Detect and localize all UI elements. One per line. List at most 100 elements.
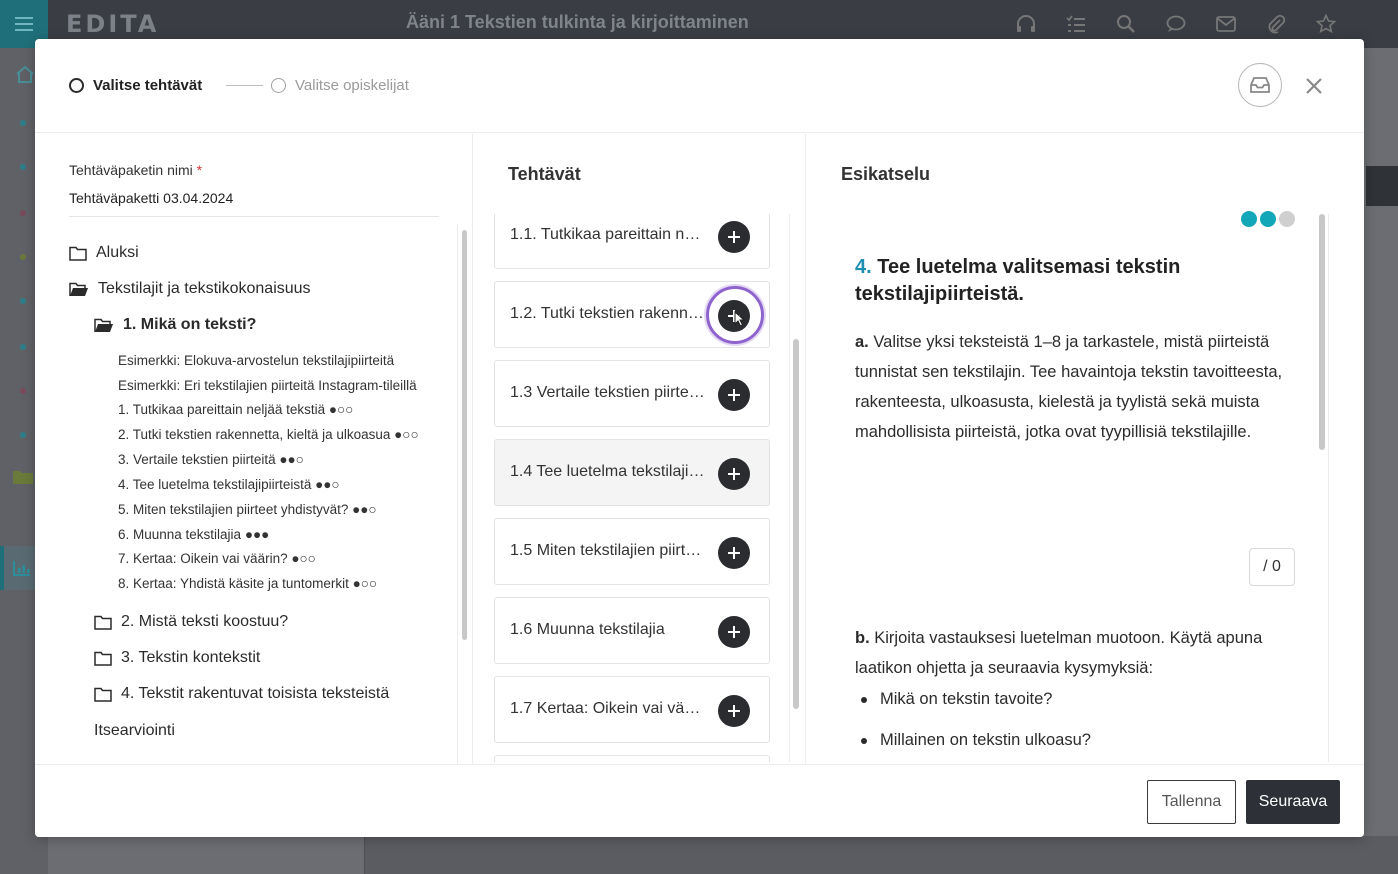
chat-icon[interactable] [1164,12,1188,36]
task-card[interactable]: 1.3 Vertaile tekstien piirteitä [494,360,770,427]
tree-leaf[interactable]: 5. Miten tekstilajien piirteet yhdistyvä… [118,502,423,517]
difficulty-dot-on [1241,211,1257,227]
home-icon[interactable] [15,65,35,83]
headphones-icon[interactable] [1014,12,1038,36]
bullet-item: Mikä on tekstin tavoite? [855,686,1295,712]
close-icon [1306,78,1322,94]
tree-node-chapter-1[interactable]: 1. Mikä on teksti? [94,316,256,334]
task-card[interactable]: 1.1. Tutkikaa pareittain neljää tekstiä [494,214,770,269]
tasks-scroll-track [789,214,790,762]
add-task-button[interactable] [718,458,750,490]
folder-open-icon [94,318,113,332]
difficulty-indicator [1241,211,1295,227]
tree-leaf[interactable]: 2. Tutki tekstien rakennetta, kieltä ja … [118,427,423,442]
task-label: 1.3 Vertaile tekstien piirteitä [510,384,705,401]
task-card[interactable]: 1.7 Kertaa: Oikein vai väärin? [494,676,770,743]
tree-node-self-eval[interactable]: Itsearviointi [94,722,175,740]
task-label: 1.2. Tutki tekstien rakennetta, kieltä j… [510,305,705,322]
tree-leaf[interactable]: Esimerkki: Eri tekstilajien piirteitä In… [118,378,423,393]
modal-header: Valitse tehtävät Valitse opiskelijat [35,39,1364,133]
package-name-label: Tehtäväpaketin nimi * [69,162,203,178]
step-select-students[interactable]: Valitse opiskelijat [271,77,409,94]
save-button[interactable]: Tallenna [1147,780,1236,824]
sidebar-dot [20,432,26,438]
sidebar-dot [20,210,26,216]
preview-content: 4. Tee luetelma valitsemasi tekstin teks… [807,210,1327,764]
add-task-button[interactable] [718,221,750,253]
sidebar-dot [20,344,26,350]
content-tree-panel: Tehtäväpaketin nimi * Tehtäväpaketti 03.… [35,134,473,764]
tree-node-aluksi[interactable]: Aluksi [69,244,139,262]
inbox-icon [1250,77,1270,93]
tree-node-tekstilajit[interactable]: Tekstilajit ja tekstikokonaisuus [69,280,311,298]
task-package-modal: Valitse tehtävät Valitse opiskelijat Teh… [35,39,1364,837]
task-card[interactable]: 1.5 Miten tekstilajien piirteet yhdistyv… [494,518,770,585]
task-card-selected[interactable]: 1.4 Tee luetelma tekstilajipiirteistä [494,439,770,506]
task-card[interactable]: 1.2. Tutki tekstien rakennetta, kieltä j… [494,281,770,348]
cursor-icon [734,311,746,327]
tree-leaf[interactable]: Esimerkki: Elokuva-arvostelun tekstilaji… [118,353,423,368]
header-toolbar [1014,12,1338,36]
tree-leaf[interactable]: 4. Tee luetelma tekstilajipiirteistä ●●○ [118,477,423,492]
question-part-b: b. Kirjoita vastauksesi luetelman muotoo… [855,623,1301,683]
next-button[interactable]: Seuraava [1246,780,1340,824]
tree-node-chapter-4[interactable]: 4. Tekstit rakentuvat toisista teksteist… [94,685,389,703]
score-field[interactable]: / 0 [1249,548,1295,586]
search-icon[interactable] [1114,12,1138,36]
preview-panel: Esikatselu 4. Tee luetelma valitsemasi t… [807,134,1364,764]
plus-icon [728,547,740,559]
step-connector [226,85,263,86]
add-task-button[interactable] [718,616,750,648]
step-select-tasks[interactable]: Valitse tehtävät [69,77,202,94]
tree-node-chapter-3[interactable]: 3. Tekstin kontekstit [94,649,260,667]
task-card[interactable] [494,755,770,762]
plus-icon [728,389,740,401]
tree-scroll-track [457,224,458,764]
required-mark: * [196,162,203,178]
background-panel [364,836,1398,874]
question-bullets: Mikä on tekstin tavoite? Millainen on te… [855,686,1295,764]
task-card[interactable]: 1.6 Muunna tekstilajia [494,597,770,664]
tasks-panel: Tehtävät 1.1. Tutkikaa pareittain neljää… [474,134,806,764]
step-circle-icon [271,78,286,93]
tree-leaf[interactable]: 1. Tutkikaa pareittain neljää tekstiä ●○… [118,402,423,417]
add-task-button[interactable] [718,537,750,569]
tasks-scrollbar[interactable] [793,339,799,709]
step-label: Valitse opiskelijat [295,77,409,94]
folder-icon [94,687,112,702]
preview-scroll-track [1328,214,1329,762]
tasks-title: Tehtävät [508,164,581,184]
add-task-button[interactable] [718,695,750,727]
sidebar-dot [20,120,26,126]
plus-icon [728,626,740,638]
question-title-text: Tee luetelma valitsemasi tekstin tekstil… [855,256,1181,305]
preview-scrollbar[interactable] [1319,214,1325,450]
mail-icon[interactable] [1214,12,1238,36]
task-label: 1.5 Miten tekstilajien piirteet yhdistyv… [510,542,705,559]
part-a-label: a. [855,333,869,351]
sidebar-dot [20,164,26,170]
tree-scrollbar[interactable] [462,230,467,640]
folder-icon[interactable] [12,469,34,485]
star-icon[interactable] [1314,12,1338,36]
difficulty-dot-off [1279,211,1295,227]
checklist-icon[interactable] [1064,12,1088,36]
modal-footer: Tallenna Seuraava [35,764,1364,837]
tree-node-chapter-2[interactable]: 2. Mistä teksti koostuu? [94,613,288,631]
paperclip-icon[interactable] [1264,12,1288,36]
archive-button[interactable] [1238,63,1282,107]
part-a-text: Valitse yksi teksteistä 1–8 ja tarkastel… [855,333,1283,441]
preview-title: Esikatselu [841,164,931,184]
close-button[interactable] [1301,73,1327,99]
tree-leaf[interactable]: 3. Vertaile tekstien piirteitä ●●○ [118,452,423,467]
add-task-button[interactable] [718,379,750,411]
step-label: Valitse tehtävät [93,77,203,94]
package-name-input[interactable]: Tehtäväpaketti 03.04.2024 [69,190,439,217]
tree-leaf[interactable]: 7. Kertaa: Oikein vai väärin? ●○○ [118,551,423,566]
tree-leaf[interactable]: 6. Muunna tekstilajia ●●● [118,527,423,542]
folder-open-icon [69,282,88,296]
tree-leaf[interactable]: 8. Kertaa: Yhdistä käsite ja tuntomerkit… [118,576,423,591]
plus-icon [728,231,740,243]
question-part-a: a. Valitse yksi teksteistä 1–8 ja tarkas… [855,327,1301,447]
app-logo: EDITA [66,10,160,38]
